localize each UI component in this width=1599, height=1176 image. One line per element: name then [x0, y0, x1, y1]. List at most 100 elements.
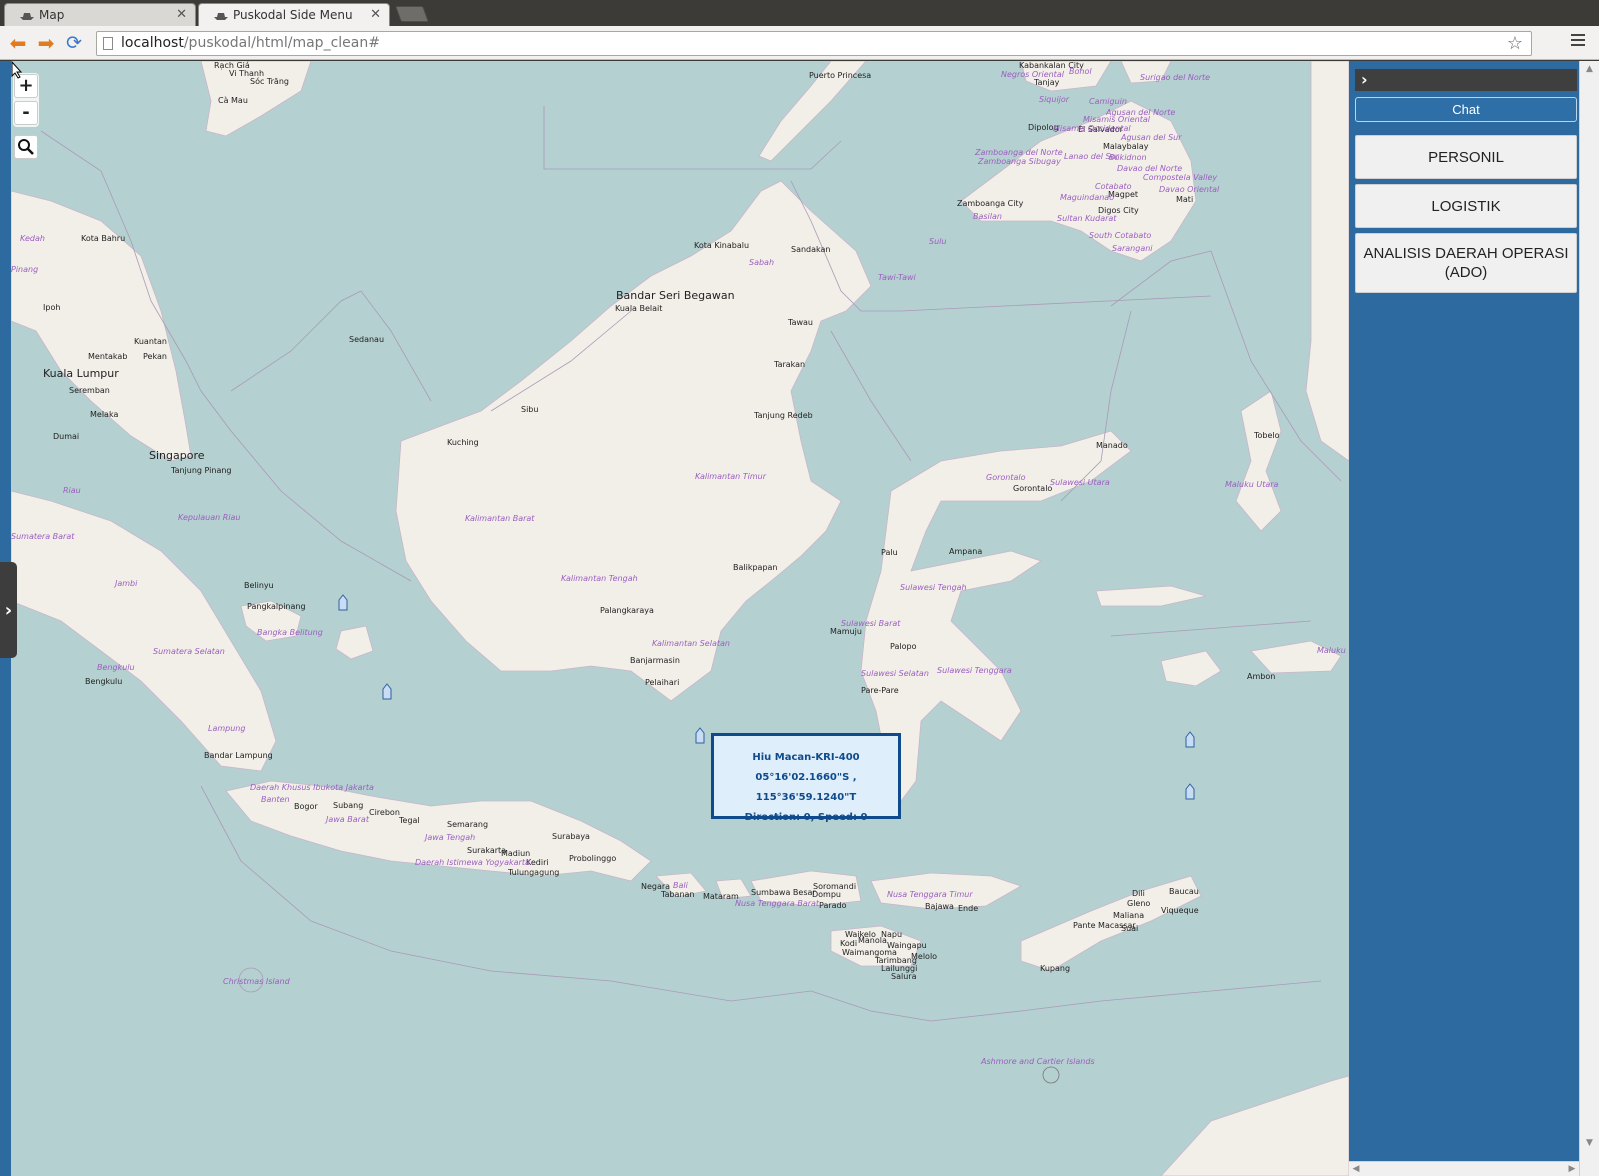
back-arrow-icon[interactable]: ⬅: [8, 33, 28, 53]
city-label: Pangkalpinang: [247, 602, 306, 611]
region-label: Jawa Barat: [326, 815, 369, 824]
address-bar[interactable]: localhost/puskodal/html/map_clean# ☆: [96, 31, 1532, 56]
city-label: Manado: [1096, 441, 1128, 450]
region-label: Basilan: [973, 212, 1002, 221]
city-label: Probolinggo: [569, 854, 617, 863]
ship-icon: [214, 13, 228, 20]
city-label: Mataram: [703, 892, 739, 901]
map-search-button[interactable]: [14, 135, 38, 159]
city-label: Tanjay: [1034, 78, 1060, 87]
city-label: Bengkulu: [85, 677, 123, 686]
city-label: Madiun: [501, 849, 531, 858]
city-label: Bogor: [294, 802, 318, 811]
url-text[interactable]: localhost/puskodal/html/map_clean#: [121, 35, 380, 51]
tab-map[interactable]: Map ✕: [4, 3, 196, 26]
region-label: South Cotabato: [1089, 231, 1152, 240]
menu-item-personil[interactable]: PERSONIL: [1355, 135, 1577, 179]
city-label: Balikpapan: [733, 563, 778, 572]
forward-arrow-icon[interactable]: ➡: [36, 33, 56, 53]
region-label: Sulawesi Utara: [1050, 478, 1110, 487]
zoom-out-button[interactable]: -: [14, 101, 38, 125]
side-menu-panel: › Chat PERSONIL LOGISTIK ANALISIS DAERAH…: [1349, 61, 1579, 1176]
scroll-right-icon[interactable]: ▶: [1565, 1162, 1579, 1176]
region-label: Compostela Valley: [1143, 173, 1218, 182]
city-label: Palopo: [890, 642, 917, 651]
reload-icon[interactable]: ⟳: [64, 33, 84, 53]
browser-toolbar: ⬅ ➡ ⟳ localhost/puskodal/html/map_clean#…: [0, 26, 1599, 60]
ship-marker-icon[interactable]: [695, 727, 705, 745]
zoom-control: + -: [13, 73, 39, 127]
scroll-up-icon[interactable]: ▲: [1580, 61, 1599, 77]
new-tab-button[interactable]: [395, 6, 429, 22]
region-label: Kalimantan Tengah: [561, 574, 638, 583]
search-icon: [18, 139, 34, 155]
horizontal-scrollbar[interactable]: ◀ ▶: [1349, 1161, 1579, 1176]
region-label: Negros Oriental: [1001, 70, 1064, 79]
city-label: Dumai: [53, 432, 80, 441]
region-label: Ashmore and Cartier Islands: [981, 1057, 1095, 1066]
hamburger-menu-icon[interactable]: [1571, 34, 1585, 48]
region-label: Zamboanga Sibugay: [978, 157, 1061, 166]
city-label: Dompu: [812, 890, 841, 899]
city-label: Pelaihari: [645, 678, 680, 687]
city-label: Pare-Pare: [861, 686, 899, 695]
ship-marker-icon[interactable]: [1185, 783, 1195, 801]
region-label: Zamboanga del Norte: [975, 148, 1063, 157]
left-panel-toggle[interactable]: ›: [0, 562, 17, 658]
city-label: Ambon: [1247, 672, 1276, 681]
region-label: Sulu: [929, 237, 947, 246]
city-label: Kuala Lumpur: [43, 367, 119, 380]
region-label: Bohol: [1069, 67, 1092, 76]
region-label: Maluku: [1317, 646, 1346, 655]
region-label: Sabah: [749, 258, 775, 267]
ship-marker-icon[interactable]: [338, 594, 348, 612]
city-label: Zamboanga City: [957, 199, 1024, 208]
city-label: Tarakan: [774, 360, 806, 369]
tab-label: Puskodal Side Menu: [233, 8, 353, 22]
city-label: Semarang: [447, 820, 489, 829]
scroll-down-icon[interactable]: ▼: [1580, 1135, 1599, 1151]
bookmark-star-icon[interactable]: ☆: [1507, 33, 1523, 54]
region-label: Siquijor: [1039, 95, 1070, 104]
tab-puskodal-side-menu[interactable]: Puskodal Side Menu ✕: [198, 3, 390, 26]
map-canvas[interactable]: + - Bandar Seri Begawan Kuala Lumpur Singa…: [11, 61, 1349, 1176]
ship-marker-icon[interactable]: [382, 683, 392, 701]
ship-icon: [20, 13, 34, 20]
close-icon[interactable]: ✕: [176, 7, 187, 22]
city-label: Kuching: [447, 438, 479, 447]
city-label: Kuantan: [134, 337, 167, 346]
city-label: Kuala Belait: [615, 304, 663, 313]
region-label: Sulawesi Tenggara: [937, 666, 1012, 675]
region-label: Sumatera Selatan: [153, 647, 225, 656]
city-label: Ende: [958, 904, 979, 913]
panel-collapse-bar[interactable]: ›: [1355, 69, 1577, 91]
region-label: Maluku Utara: [1225, 480, 1279, 489]
region-label: Sultan Kudarat: [1057, 214, 1117, 223]
region-label: Nusa Tenggara Timur: [887, 890, 973, 899]
city-label: Cirebon: [369, 808, 400, 817]
chat-button[interactable]: Chat: [1355, 97, 1577, 122]
region-label: Jambi: [115, 579, 138, 588]
region-label: Kedah: [20, 234, 45, 243]
region-label: Sarangani: [1112, 244, 1153, 253]
city-label: Melolo: [911, 952, 938, 961]
region-label: Sulawesi Barat: [841, 619, 901, 628]
region-label: Gorontalo: [986, 473, 1026, 482]
ship-marker-icon[interactable]: [1185, 731, 1195, 749]
menu-item-ado[interactable]: ANALISIS DAERAH OPERASI (ADO): [1355, 233, 1577, 293]
menu-item-logistik[interactable]: LOGISTIK: [1355, 184, 1577, 228]
vertical-scrollbar[interactable]: ▲ ▼: [1579, 61, 1599, 1176]
close-icon[interactable]: ✕: [370, 7, 381, 22]
city-label: Kota Kinabalu: [694, 241, 750, 250]
city-label: Bandar Seri Begawan: [616, 289, 735, 302]
city-label: Palangkaraya: [600, 606, 654, 615]
city-label: Tegal: [399, 816, 420, 825]
region-label: Lampung: [208, 724, 246, 733]
region-label: Christmas Island: [223, 977, 290, 986]
region-label: Jawa Tengah: [425, 833, 476, 842]
city-label: Subang: [333, 801, 364, 810]
city-label: Sibu: [521, 405, 539, 414]
scroll-left-icon[interactable]: ◀: [1349, 1162, 1363, 1176]
region-label: Bukidnon: [1109, 153, 1147, 162]
region-label: Riau: [63, 486, 81, 495]
